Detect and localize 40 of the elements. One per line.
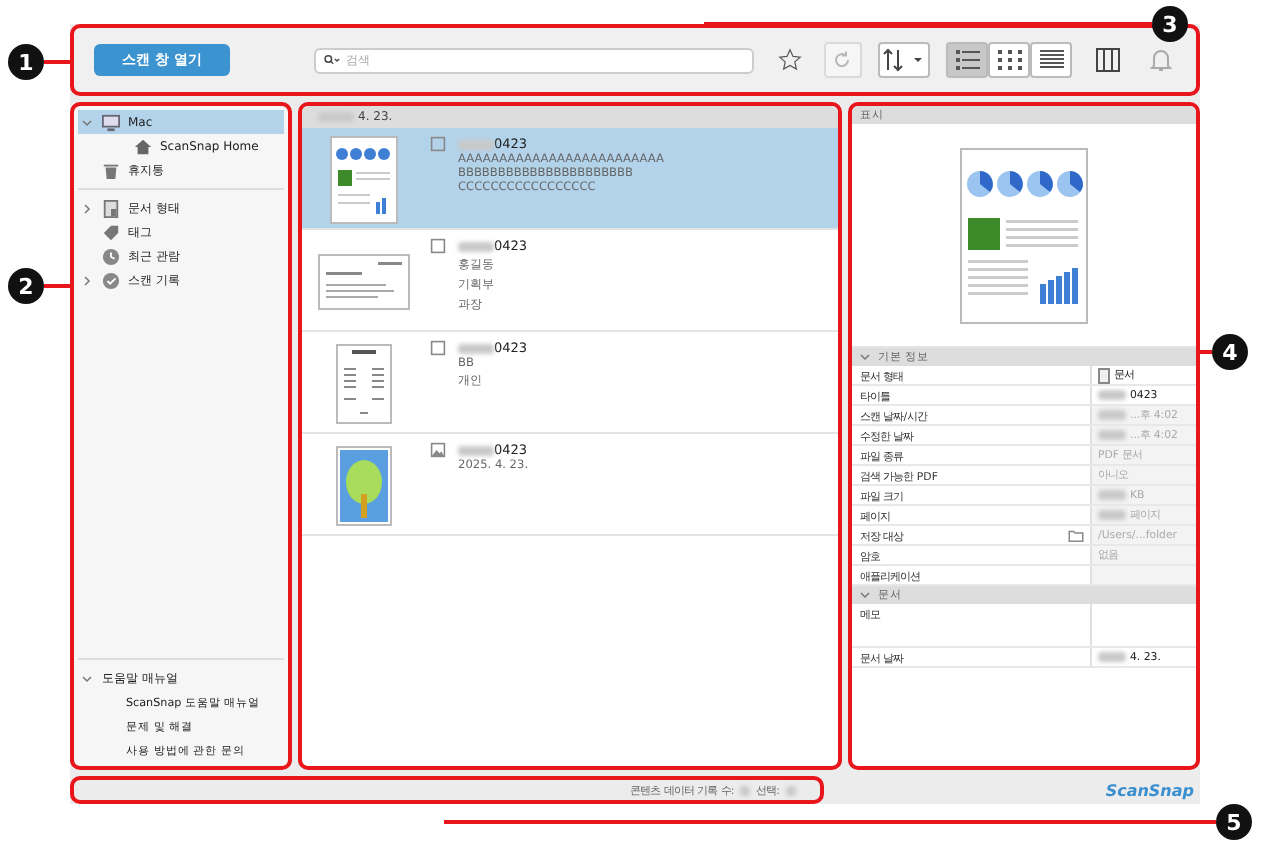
scansnap-logo: ScanSnap — [1105, 781, 1194, 799]
callout-number: 3 — [1152, 6, 1188, 42]
callout-number: 2 — [8, 268, 44, 304]
check-circle-icon — [102, 271, 120, 289]
folder-icon[interactable] — [1068, 530, 1084, 542]
detail-list-view-icon — [1039, 50, 1064, 70]
search-icon[interactable] — [324, 54, 340, 66]
monitor-icon — [102, 113, 120, 131]
chevron-icon[interactable] — [82, 203, 94, 213]
star-icon — [777, 48, 802, 72]
document-icon — [102, 199, 120, 217]
sort-button[interactable] — [877, 42, 931, 78]
columns-icon — [1095, 48, 1120, 72]
refresh-icon — [832, 50, 853, 70]
chevron-icon[interactable] — [82, 117, 94, 127]
chevron-icon[interactable] — [82, 673, 94, 683]
blurred-text — [740, 785, 751, 795]
view-mode-button[interactable] — [988, 42, 1031, 78]
view-mode-button[interactable] — [1030, 42, 1073, 78]
callout-number: 4 — [1212, 334, 1248, 370]
blurred-text — [786, 785, 796, 795]
sort-icon — [882, 48, 927, 72]
chevron-icon[interactable] — [860, 352, 872, 362]
bell-icon — [1150, 48, 1173, 72]
business-card-thumbnail-drawing — [318, 254, 410, 310]
trash-icon — [102, 161, 120, 179]
grid-view-icon — [997, 50, 1022, 70]
clock-icon — [102, 247, 120, 265]
house-icon — [134, 137, 152, 155]
tree-picture-thumbnail-drawing — [336, 446, 392, 526]
picture-icon — [430, 442, 446, 458]
receipt-thumbnail-drawing — [336, 344, 392, 424]
callout-number: 5 — [1216, 804, 1252, 840]
callout-number: 1 — [8, 44, 44, 80]
list-view-icon — [955, 50, 980, 70]
document-thumbnail-drawing — [330, 136, 398, 224]
view-mode-button[interactable] — [946, 42, 989, 78]
tag-icon — [102, 223, 120, 241]
chevron-icon[interactable] — [860, 590, 872, 600]
chevron-icon[interactable] — [82, 275, 94, 285]
